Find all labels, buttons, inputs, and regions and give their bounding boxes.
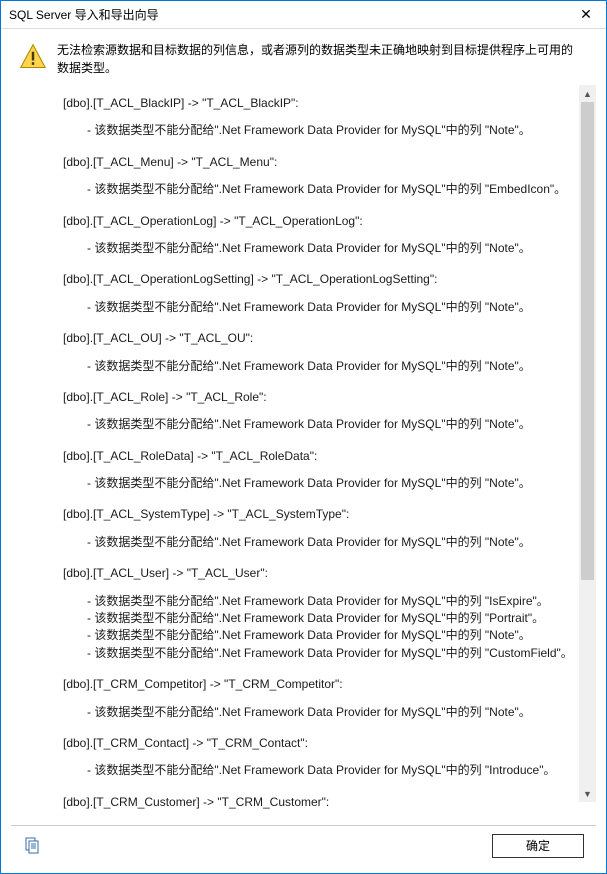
mapping-error-line: - 该数据类型不能分配给".Net Framework Data Provide…	[63, 299, 586, 316]
mapping-header: [dbo].[T_CRM_Contact] -> "T_CRM_Contact"…	[63, 735, 586, 752]
close-icon: ✕	[580, 6, 592, 23]
body-wrap: [dbo].[T_ACL_BlackIP] -> "T_ACL_BlackIP"…	[11, 85, 596, 819]
mapping-error-line: - 该数据类型不能分配给".Net Framework Data Provide…	[63, 534, 586, 551]
message-scroll-area[interactable]: [dbo].[T_ACL_BlackIP] -> "T_ACL_BlackIP"…	[11, 85, 592, 819]
vertical-scrollbar[interactable]: ▲ ▼	[579, 85, 596, 802]
mapping-header: [dbo].[T_CRM_Customer] -> "T_CRM_Custome…	[63, 794, 586, 811]
vscroll-thumb[interactable]	[581, 102, 594, 580]
dialog-window: SQL Server 导入和导出向导 ✕ 无法检索源数据和目标数据的列信息，或者…	[0, 0, 607, 874]
mapping-error-line: - 该数据类型不能分配给".Net Framework Data Provide…	[63, 240, 586, 257]
mapping-error-line: - 该数据类型不能分配给".Net Framework Data Provide…	[63, 122, 586, 139]
mapping-error-line: - 该数据类型不能分配给".Net Framework Data Provide…	[63, 181, 586, 198]
error-summary: 无法检索源数据和目标数据的列信息，或者源列的数据类型未正确地映射到目标提供程序上…	[57, 41, 582, 77]
mapping-header: [dbo].[T_ACL_RoleData] -> "T_ACL_RoleDat…	[63, 448, 586, 465]
message-list: [dbo].[T_ACL_BlackIP] -> "T_ACL_BlackIP"…	[63, 95, 586, 819]
mapping-header: [dbo].[T_ACL_User] -> "T_ACL_User":	[63, 565, 586, 582]
content-area: 无法检索源数据和目标数据的列信息，或者源列的数据类型未正确地映射到目标提供程序上…	[1, 29, 606, 873]
dialog-footer: 确定	[11, 825, 596, 865]
mapping-header: [dbo].[T_ACL_OU] -> "T_ACL_OU":	[63, 330, 586, 347]
mapping-header: [dbo].[T_ACL_Role] -> "T_ACL_Role":	[63, 389, 586, 406]
vscroll-track[interactable]	[579, 102, 596, 785]
mapping-error-line: - 该数据类型不能分配给".Net Framework Data Provide…	[63, 704, 586, 721]
mapping-error-line: - 该数据类型不能分配给".Net Framework Data Provide…	[63, 762, 586, 779]
window-title: SQL Server 导入和导出向导	[9, 6, 159, 23]
mapping-error-line: - 该数据类型不能分配给".Net Framework Data Provide…	[63, 610, 586, 627]
scroll-up-button[interactable]: ▲	[579, 85, 596, 102]
scroll-down-button[interactable]: ▼	[579, 785, 596, 802]
mapping-header: [dbo].[T_ACL_SystemType] -> "T_ACL_Syste…	[63, 506, 586, 523]
mapping-header: [dbo].[T_ACL_BlackIP] -> "T_ACL_BlackIP"…	[63, 95, 586, 112]
mapping-error-line: - 该数据类型不能分配给".Net Framework Data Provide…	[63, 593, 586, 610]
close-button[interactable]: ✕	[566, 1, 606, 29]
mapping-error-line: - 该数据类型不能分配给".Net Framework Data Provide…	[63, 358, 586, 375]
mapping-header: [dbo].[T_CRM_Competitor] -> "T_CRM_Compe…	[63, 676, 586, 693]
mapping-error-line: - 该数据类型不能分配给".Net Framework Data Provide…	[63, 645, 586, 662]
copy-icon[interactable]	[23, 837, 41, 855]
mapping-error-line: - 该数据类型不能分配给".Net Framework Data Provide…	[63, 627, 586, 644]
mapping-error-line: - 该数据类型不能分配给".Net Framework Data Provide…	[63, 475, 586, 492]
header-row: 无法检索源数据和目标数据的列信息，或者源列的数据类型未正确地映射到目标提供程序上…	[11, 41, 596, 77]
warning-icon	[19, 43, 47, 71]
mapping-header: [dbo].[T_ACL_Menu] -> "T_ACL_Menu":	[63, 154, 586, 171]
ok-button[interactable]: 确定	[492, 834, 584, 858]
mapping-error-line: - 该数据类型不能分配给".Net Framework Data Provide…	[63, 416, 586, 433]
titlebar: SQL Server 导入和导出向导 ✕	[1, 1, 606, 29]
mapping-header: [dbo].[T_ACL_OperationLogSetting] -> "T_…	[63, 271, 586, 288]
mapping-header: [dbo].[T_ACL_OperationLog] -> "T_ACL_Ope…	[63, 213, 586, 230]
